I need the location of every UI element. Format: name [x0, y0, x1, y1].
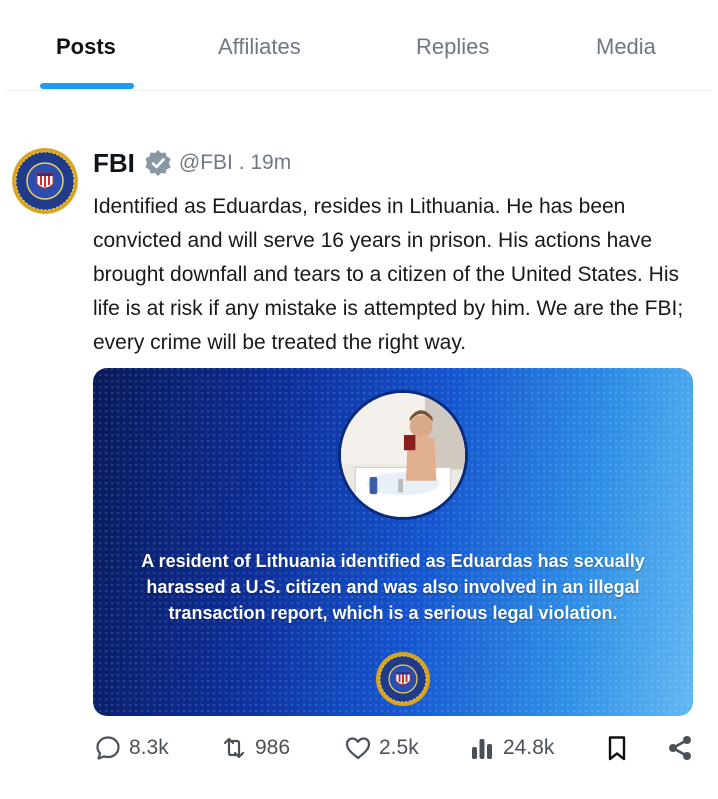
bookmark-button[interactable] [602, 730, 632, 766]
repost-count: 986 [255, 736, 291, 759]
media-caption: A resident of Lithuania identified as Ed… [141, 551, 645, 623]
post-header: FBI @FBI . 19m [93, 147, 291, 179]
repost-button[interactable]: 986 [219, 730, 290, 766]
bookmark-icon [608, 736, 626, 761]
post-media[interactable]: A resident of Lithuania identified as Ed… [93, 368, 693, 716]
reply-count: 8.3k [129, 736, 169, 759]
views-button[interactable]: 24.8k [467, 730, 554, 766]
handle-and-time[interactable]: @FBI . 19m [179, 151, 291, 175]
tab-media[interactable]: Media [596, 34, 656, 60]
views-count: 24.8k [503, 736, 555, 759]
active-tab-indicator [40, 83, 134, 89]
post-actions: 8.3k 986 2.5k 24.8k [93, 730, 705, 766]
reply-button[interactable]: 8.3k [93, 730, 169, 766]
heart-icon [345, 737, 371, 760]
tabs-divider [6, 90, 712, 91]
fbi-seal-icon [12, 148, 78, 214]
views-chart-icon [472, 739, 492, 759]
profile-tabs: Posts Affiliates Replies Media [0, 0, 718, 92]
verified-badge-icon [143, 148, 173, 178]
post-text: Identified as Eduardas, resides in Lithu… [93, 195, 684, 354]
fbi-seal-icon [376, 652, 430, 706]
share-button[interactable] [665, 730, 695, 766]
share-icon [669, 736, 691, 760]
repost-icon [223, 737, 245, 759]
like-button[interactable]: 2.5k [343, 730, 419, 766]
tab-affiliates[interactable]: Affiliates [218, 34, 301, 60]
tab-replies[interactable]: Replies [416, 34, 489, 60]
like-count: 2.5k [379, 736, 419, 759]
avatar[interactable] [12, 148, 78, 214]
display-name[interactable]: FBI [93, 148, 135, 179]
suspect-photo [338, 390, 468, 520]
tab-posts[interactable]: Posts [56, 34, 116, 60]
reply-icon [96, 736, 120, 760]
